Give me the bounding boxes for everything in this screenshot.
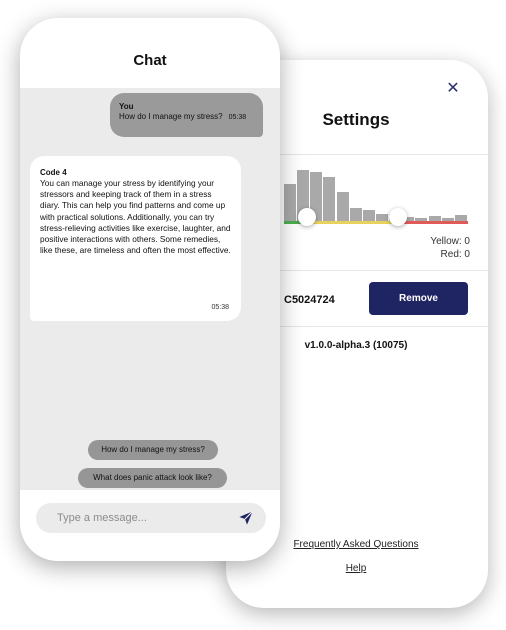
message-sender: You — [119, 102, 134, 111]
message-sender: Code 4 — [40, 168, 67, 177]
chat-header: Chat — [20, 18, 280, 88]
bot-message-bubble: Code 4 You can manage your stress by ide… — [30, 156, 241, 321]
lower-threshold-handle[interactable] — [298, 208, 316, 226]
histogram-bar — [349, 207, 362, 222]
message-time: 05:38 — [211, 304, 229, 311]
yellow-count: Yellow: 0 — [430, 236, 470, 247]
message-text: You can manage your stress by identifyin… — [40, 178, 231, 256]
red-range-track — [400, 221, 468, 224]
histogram-bar — [284, 184, 296, 222]
version-label: v1.0.0-alpha.3 (10075) — [304, 340, 408, 351]
page-title: Settings — [322, 110, 390, 129]
close-icon[interactable]: ✕ — [444, 80, 462, 98]
suggestion-chip[interactable]: How do I manage my stress? — [88, 440, 218, 460]
user-message-bubble: You How do I manage my stress? 05:38 — [110, 93, 263, 137]
faq-link[interactable]: Frequently Asked Questions — [266, 539, 446, 550]
suggestion-chip[interactable]: What does panic attack look like? — [78, 468, 227, 488]
chat-screen: Chat You How do I manage my stress? 05:38… — [20, 18, 280, 561]
message-time: 05:38 — [228, 114, 247, 121]
send-icon[interactable] — [238, 510, 254, 526]
message-text: How do I manage my stress? — [119, 112, 223, 121]
message-text-line: How do I manage my stress? 05:38 — [119, 112, 255, 121]
yellow-range-track — [308, 221, 400, 224]
red-count: Red: 0 — [440, 249, 470, 260]
page-title: Chat — [133, 52, 167, 69]
message-input[interactable] — [36, 503, 266, 533]
histogram-bar — [323, 177, 336, 222]
upper-threshold-handle[interactable] — [389, 208, 407, 226]
help-link[interactable]: Help — [266, 563, 446, 574]
remove-button[interactable]: Remove — [369, 282, 468, 315]
device-id: C5024724 — [284, 294, 335, 306]
chat-input-bar — [20, 490, 280, 561]
histogram-bar — [336, 192, 349, 222]
